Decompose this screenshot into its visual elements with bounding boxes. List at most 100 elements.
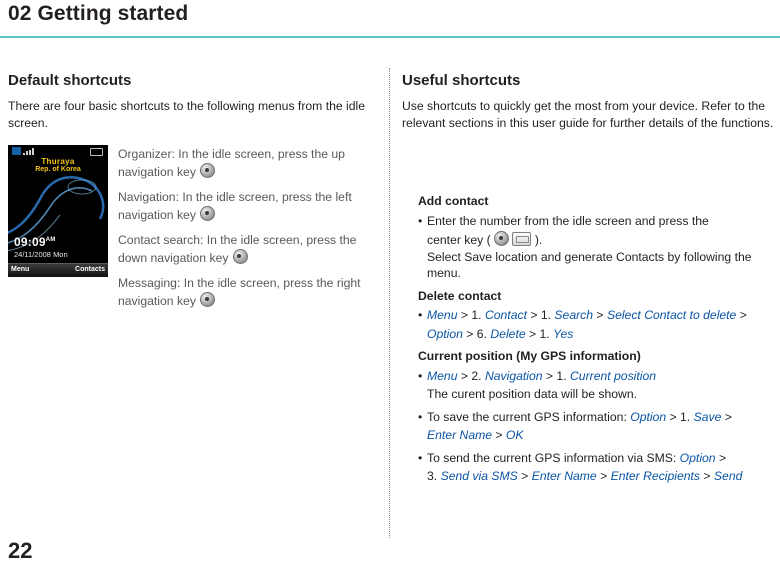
bullet-icon: • <box>418 308 423 322</box>
bullet-icon: • <box>418 409 423 424</box>
shortcut-bullet-line: • Enter the number from the idle screen a… <box>418 213 778 230</box>
instruction-text: > 1. <box>457 308 485 322</box>
instruction-text: > <box>721 409 732 424</box>
menu-path-token: Current position <box>570 368 657 383</box>
navigation-key-left-icon <box>200 206 216 221</box>
instruction-text: > <box>736 308 747 322</box>
default-shortcuts-heading: Default shortcuts <box>8 72 132 89</box>
shortcut-continuation-line: 3. Send via SMS > Enter Name > Enter Rec… <box>427 468 778 485</box>
shortcut-line-text: Menu > 1. Contact > 1. Search > Select C… <box>427 307 778 324</box>
menu-path-token: Menu <box>427 368 458 383</box>
instruction-text: center key <box>427 233 484 247</box>
instruction-text: > 1. <box>525 326 554 341</box>
menu-path-token: Option <box>427 326 463 341</box>
page-number: 22 <box>8 538 33 563</box>
phone-softkey-right: Contacts <box>75 266 105 273</box>
menu-path-token: Menu <box>427 308 458 322</box>
navigation-key-right-icon <box>200 292 216 307</box>
center-key-icon <box>494 231 510 246</box>
instruction-text: > <box>596 469 611 483</box>
center-key-rect-icon <box>512 232 532 246</box>
shortcut-description-list: Organizer: In the idle screen, press the… <box>118 146 380 318</box>
menu-path-token: Delete <box>490 326 526 341</box>
battery-icon <box>90 148 103 156</box>
menu-path-token: Search <box>554 308 594 322</box>
shortcut-text: Messaging: In the idle screen, press the… <box>118 276 361 308</box>
shortcut-block: • To save the current GPS information: Op… <box>418 409 778 444</box>
shortcut-bullet-line: • To send the current GPS information via… <box>418 450 778 467</box>
list-item: Navigation: In the idle screen, press th… <box>118 189 380 224</box>
shortcut-text: Navigation: In the idle screen, press th… <box>118 190 352 222</box>
menu-path-token: Option <box>679 450 716 465</box>
menu-path-token: Option <box>630 409 667 424</box>
instruction-text: > 2. <box>457 368 485 383</box>
shortcut-bullet-line: • Menu > 1. Contact > 1. Search > Select … <box>418 307 778 324</box>
menu-path-token: Send via SMS <box>440 469 518 483</box>
shortcut-continuation-line: Option > 6. Delete > 1. Yes <box>427 326 778 343</box>
instruction-text: To save the current GPS information: <box>427 409 631 424</box>
menu-path-token: Send <box>713 469 743 483</box>
page-title: 02 Getting started <box>8 2 189 25</box>
shortcut-line-text: Menu > 2. Navigation > 1. Current positi… <box>427 368 778 385</box>
signal-bars-icon <box>23 148 36 155</box>
useful-shortcuts-blocks: Add contact • Enter the number from the id… <box>418 193 778 491</box>
list-item: Organizer: In the idle screen, press the… <box>118 146 380 181</box>
menu-path-token: Enter Recipients <box>610 469 701 483</box>
phone-clock-ampm: AM <box>45 237 56 243</box>
idle-screen-phone-image: Thuraya Rep. of Korea 09:09AM 24/11/2008… <box>8 145 108 277</box>
instruction-text: ( <box>483 233 495 247</box>
phone-clock: 09:09AM <box>14 235 55 249</box>
menu-path-token: OK <box>505 428 524 442</box>
instruction-text: > <box>700 469 714 483</box>
instruction-text: ). <box>531 233 543 247</box>
shortcut-bullet-line: • To save the current GPS information: Op… <box>418 409 778 426</box>
shortcut-bullet-line: • Menu > 2. Navigation > 1. Current posit… <box>418 368 778 385</box>
bullet-icon: • <box>418 450 423 465</box>
left-column: Default shortcuts There are four basic s… <box>8 72 378 131</box>
bullet-icon: • <box>418 213 423 228</box>
right-column: Useful shortcuts Use shortcuts to quickl… <box>402 72 774 131</box>
shortcut-continuation-line: Enter Name > OK <box>427 427 778 444</box>
list-item: Messaging: In the idle screen, press the… <box>118 275 380 310</box>
shortcut-block: Current position (My GPS information) • Me… <box>418 348 778 403</box>
instruction-text: > 1. <box>526 308 555 322</box>
menu-path-token: Contact <box>484 308 527 322</box>
shortcut-line-text: To save the current GPS information: Opt… <box>427 409 778 426</box>
phone-clock-time: 09:09 <box>14 235 46 249</box>
shortcut-block-title: Current position (My GPS information) <box>418 349 641 363</box>
shortcut-block: Add contact • Enter the number from the id… <box>418 193 778 282</box>
document-page: 02 Getting started Default shortcuts The… <box>0 0 780 568</box>
menu-path-token: Yes <box>553 326 574 341</box>
menu-path-token: Enter Name <box>427 428 493 442</box>
instruction-text: > 1. <box>666 409 694 424</box>
instruction-text: The curent position data will be shown. <box>427 387 638 401</box>
instruction-text: Select Save location and generate Contac… <box>427 249 752 281</box>
menu-path-token: Enter Name <box>531 469 597 483</box>
bullet-icon: • <box>418 368 423 383</box>
useful-shortcuts-heading: Useful shortcuts <box>402 72 521 89</box>
shortcut-text: Organizer: In the idle screen, press the… <box>118 147 345 179</box>
instruction-text: > 6. <box>462 326 491 341</box>
phone-softkey-left: Menu <box>11 266 30 273</box>
instruction-text: > <box>492 428 506 442</box>
menu-path-token: Select Contact to delete <box>606 308 737 322</box>
instruction-text: > <box>593 308 607 322</box>
shortcut-block: • To send the current GPS information via… <box>418 450 778 485</box>
useful-shortcuts-intro: Use shortcuts to quickly get the most fr… <box>402 99 774 130</box>
navigation-key-up-icon <box>200 163 216 178</box>
shortcut-line-text: To send the current GPS information via … <box>427 450 778 467</box>
shortcut-continuation-line: The curent position data will be shown. <box>427 386 778 403</box>
phone-softkey-bar: Menu Contacts <box>8 263 108 277</box>
menu-path-token: Navigation <box>484 368 543 383</box>
shortcut-line-text: Enter the number from the idle screen an… <box>427 213 778 230</box>
shortcut-continuation-line: Select Save location and generate Contac… <box>427 249 778 282</box>
shortcut-continuation-line: center key ( ). <box>427 231 778 249</box>
header-divider-rule <box>0 36 780 38</box>
column-divider <box>389 68 390 538</box>
instruction-text: Enter the number from the idle screen an… <box>427 213 709 228</box>
menu-path-token: Save <box>693 409 722 424</box>
shortcut-block-title: Delete contact <box>418 288 502 303</box>
navigation-key-down-icon <box>232 249 248 264</box>
network-indicator-icon <box>12 147 21 155</box>
instruction-text: > <box>715 450 727 465</box>
